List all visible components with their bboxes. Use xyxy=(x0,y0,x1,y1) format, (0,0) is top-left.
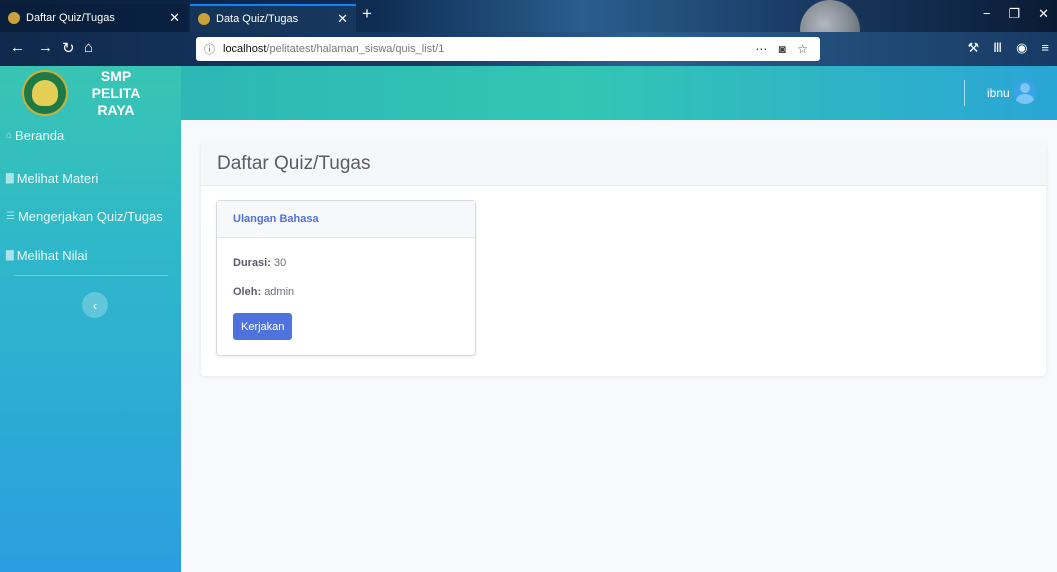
sidebar-divider xyxy=(14,275,168,276)
school-logo xyxy=(22,70,68,116)
library-icon[interactable]: Ⅲ xyxy=(993,40,1002,56)
web-app: SMP PELITA RAYA ⌂ Beranda ▇ Melihat Mate… xyxy=(0,66,1057,572)
home-icon: ⌂ xyxy=(6,130,13,141)
sidebar-item-beranda[interactable]: ⌂ Beranda xyxy=(0,128,64,143)
tab-title: Data Quiz/Tugas xyxy=(216,13,299,25)
tab-data-quiz[interactable]: Data Quiz/Tugas ✕ xyxy=(190,4,356,32)
tools-icon[interactable]: ⚒ xyxy=(967,40,979,56)
page-title: Daftar Quiz/Tugas xyxy=(217,153,371,174)
kerjakan-button[interactable]: Kerjakan xyxy=(233,313,293,340)
address-bar[interactable]: ⓘ localhost /pelitatest/halaman_siswa/qu… xyxy=(196,37,820,61)
topbar-divider xyxy=(964,80,965,106)
quiz-list-card: Daftar Quiz/Tugas Ulangan Bahasa Durasi:… xyxy=(201,143,1046,376)
reload-icon[interactable]: ↻ xyxy=(62,39,75,57)
info-icon[interactable]: ⓘ xyxy=(204,41,215,57)
favicon-icon xyxy=(198,13,210,25)
quiz-duration: Durasi: 30 xyxy=(233,257,287,269)
sidebar-item-quiz[interactable]: ☰ Mengerjakan Quiz/Tugas xyxy=(0,209,163,224)
url-path: /pelitatest/halaman_siswa/quis_list/1 xyxy=(266,43,445,55)
sidebar-item-materi[interactable]: ▇ Melihat Materi xyxy=(0,171,98,186)
brand[interactable]: SMP PELITA RAYA xyxy=(0,66,181,120)
quiz-card-header: Ulangan Bahasa xyxy=(217,201,475,238)
tab-title: Daftar Quiz/Tugas xyxy=(26,12,115,24)
window-controls: − ❐ ✕ xyxy=(983,6,1049,22)
forward-icon[interactable]: → xyxy=(38,39,53,56)
avatar[interactable] xyxy=(1013,80,1037,104)
account-icon[interactable]: ◉ xyxy=(1016,40,1027,56)
toolbar-icons: ⚒ Ⅲ ◉ ≡ xyxy=(967,40,1049,56)
tab-close-icon[interactable]: ✕ xyxy=(337,11,348,27)
topbar: ibnu xyxy=(181,66,1057,120)
quiz-card: Ulangan Bahasa Durasi: 30 Oleh: admin Ke… xyxy=(216,200,476,356)
username[interactable]: ibnu xyxy=(987,86,1010,100)
url-host: localhost xyxy=(223,43,267,55)
chart-icon: ▇ xyxy=(6,250,14,261)
quiz-title: Ulangan Bahasa xyxy=(233,213,319,225)
main-content: Daftar Quiz/Tugas Ulangan Bahasa Durasi:… xyxy=(181,120,1057,572)
window-close-icon[interactable]: ✕ xyxy=(1038,6,1049,22)
browser-tab-bar: Daftar Quiz/Tugas ✕ Data Quiz/Tugas ✕ + … xyxy=(0,0,1057,60)
tab-daftar-quiz[interactable]: Daftar Quiz/Tugas ✕ xyxy=(0,4,188,32)
sidebar-item-nilai[interactable]: ▇ Melihat Nilai xyxy=(0,248,88,263)
list-icon: ☰ xyxy=(6,211,15,222)
sidebar-toggle-button[interactable]: ‹ xyxy=(82,292,108,318)
book-icon: ▇ xyxy=(6,173,14,184)
card-header: Daftar Quiz/Tugas xyxy=(201,143,1046,186)
back-icon[interactable]: ← xyxy=(10,39,25,56)
page-actions-icon[interactable]: ⋯ ◙ ☆ xyxy=(755,42,812,56)
home-icon[interactable]: ⌂ xyxy=(84,39,93,56)
minimize-icon[interactable]: − xyxy=(983,6,991,22)
restore-icon[interactable]: ❐ xyxy=(1008,6,1020,22)
sidebar: SMP PELITA RAYA ⌂ Beranda ▇ Melihat Mate… xyxy=(0,66,181,572)
brand-name: SMP PELITA RAYA xyxy=(91,67,141,118)
favicon-icon xyxy=(8,12,20,24)
menu-icon[interactable]: ≡ xyxy=(1041,40,1049,56)
browser-nav-bar: ← → ↻ ⌂ ⓘ localhost /pelitatest/halaman_… xyxy=(0,32,1057,66)
quiz-author: Oleh: admin xyxy=(233,286,295,298)
tab-close-icon[interactable]: ✕ xyxy=(169,10,180,26)
new-tab-button[interactable]: + xyxy=(362,4,372,24)
